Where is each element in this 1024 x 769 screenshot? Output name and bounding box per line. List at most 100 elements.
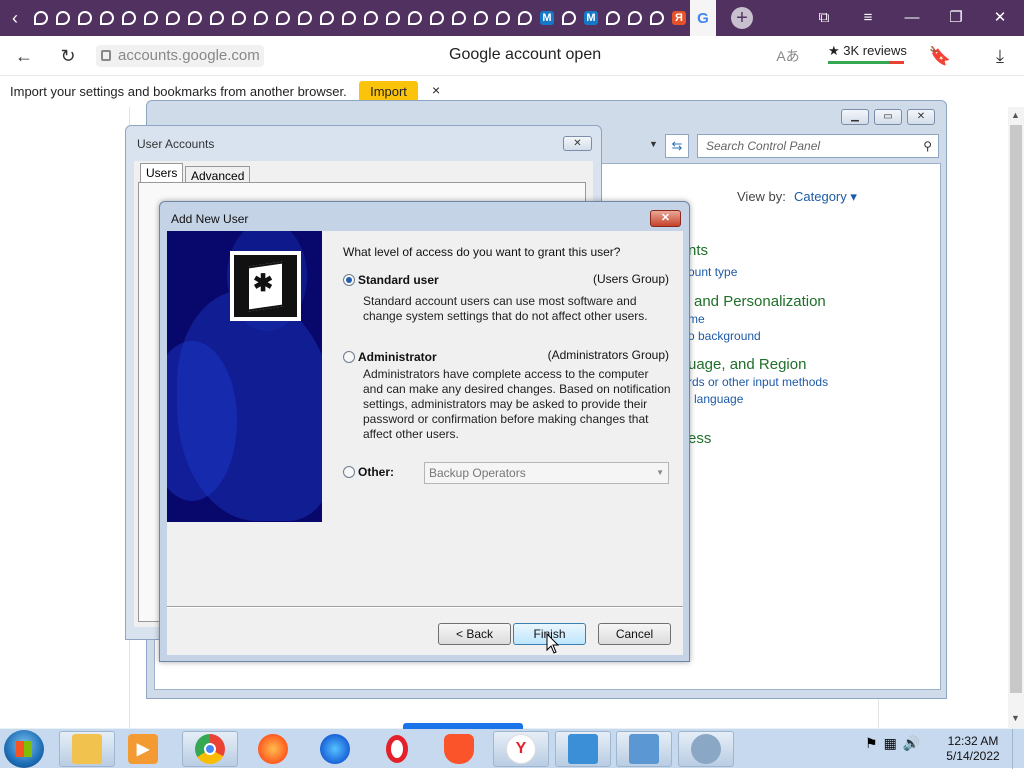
taskbar-explorer[interactable] <box>59 731 115 767</box>
tab-22[interactable] <box>514 6 536 30</box>
cp-heading-ease-of-access[interactable]: ess <box>688 430 711 447</box>
scrollbar-thumb[interactable] <box>1010 125 1022 693</box>
minimize-icon[interactable]: — <box>900 8 924 28</box>
taskbar-brave[interactable] <box>431 731 487 767</box>
other-group-select[interactable]: Backup Operators ▼ <box>424 462 669 484</box>
cp-link-input-methods[interactable]: rds or other input methods <box>688 375 828 389</box>
scroll-up-icon[interactable]: ▲ <box>1011 110 1020 120</box>
tab-8[interactable] <box>206 6 228 30</box>
tab-search-icon[interactable]: ⧉ <box>812 8 836 28</box>
remote-desktop-icon <box>568 734 598 764</box>
tab-28[interactable] <box>646 6 668 30</box>
tab-19[interactable] <box>448 6 470 30</box>
taskbar-firefox[interactable] <box>245 731 301 767</box>
tab-7[interactable] <box>184 6 206 30</box>
tab-27[interactable] <box>624 6 646 30</box>
tab-23[interactable]: M <box>536 6 558 30</box>
page-scrollbar[interactable]: ▲ ▼ <box>1008 107 1024 728</box>
bookmark-icon[interactable]: 🔖 <box>928 44 952 68</box>
tab-24[interactable] <box>558 6 580 30</box>
network-icon[interactable]: ▦ <box>884 735 897 752</box>
restore-icon[interactable]: ❐ <box>944 8 968 28</box>
cp-heading-appearance[interactable]: and Personalization <box>694 293 826 310</box>
back-button[interactable]: < Back <box>438 623 511 645</box>
tab-0[interactable] <box>30 6 52 30</box>
tab-26[interactable] <box>602 6 624 30</box>
taskbar-remote-desktop[interactable] <box>555 731 611 767</box>
tab-2[interactable] <box>74 6 96 30</box>
taskbar-yandex[interactable]: Y <box>493 731 549 767</box>
cp-link-background[interactable]: o background <box>688 329 761 343</box>
tab-6[interactable] <box>162 6 184 30</box>
search-icon[interactable]: ⚲ <box>923 135 932 157</box>
volume-icon[interactable]: 🔊 <box>903 735 920 752</box>
tab-11[interactable] <box>272 6 294 30</box>
tab-17[interactable] <box>404 6 426 30</box>
url-field[interactable]: accounts.google.com <box>96 45 264 67</box>
cp-minimize-icon[interactable]: ▁ <box>841 109 869 125</box>
administrator-radio[interactable] <box>343 351 355 363</box>
tab-16[interactable] <box>382 6 404 30</box>
tab-25[interactable]: M <box>580 6 602 30</box>
chevron-down-icon: ▼ <box>656 468 664 477</box>
tab-active[interactable]: G <box>690 0 716 36</box>
reviews-text: ★ 3K reviews <box>828 43 907 58</box>
tab-29[interactable]: Я <box>668 6 690 30</box>
administrator-label[interactable]: Administrator <box>358 350 437 364</box>
start-button[interactable] <box>4 730 44 768</box>
cp-maximize-icon[interactable]: ▭ <box>874 109 902 125</box>
taskbar-firefox-dev[interactable] <box>307 731 363 767</box>
back-arrow-icon[interactable]: ← <box>12 44 36 68</box>
standard-user-radio[interactable] <box>343 274 355 286</box>
tab-1[interactable] <box>52 6 74 30</box>
taskbar-user-accounts[interactable] <box>678 731 734 767</box>
scroll-down-icon[interactable]: ▼ <box>1011 713 1020 723</box>
action-center-icon[interactable]: ⚑ <box>865 735 878 752</box>
tab-9[interactable] <box>228 6 250 30</box>
view-by-dropdown[interactable]: Category ▾ <box>794 189 857 205</box>
tab-13[interactable] <box>316 6 338 30</box>
tab-14[interactable] <box>338 6 360 30</box>
reload-icon[interactable]: ↻ <box>56 44 80 68</box>
cp-heading-region[interactable]: uage, and Region <box>688 356 806 373</box>
tab-18[interactable] <box>426 6 448 30</box>
show-desktop-button[interactable] <box>1012 729 1024 769</box>
taskbar-clock[interactable]: 12:32 AM 5/14/2022 <box>942 734 1004 764</box>
cp-link-account-type[interactable]: ount type <box>688 265 737 279</box>
tab-12[interactable] <box>294 6 316 30</box>
cp-close-icon[interactable]: ✕ <box>907 109 935 125</box>
taskbar-control-panel[interactable] <box>616 731 672 767</box>
tab-20[interactable] <box>470 6 492 30</box>
tab-3[interactable] <box>96 6 118 30</box>
other-radio[interactable] <box>343 466 355 478</box>
tab-5[interactable] <box>140 6 162 30</box>
taskbar-opera[interactable] <box>369 731 425 767</box>
new-tab-button[interactable]: + <box>731 7 753 29</box>
close-icon[interactable]: ✕ <box>988 8 1012 28</box>
p-icon <box>650 11 664 25</box>
standard-user-label[interactable]: Standard user <box>358 273 439 287</box>
tab-10[interactable] <box>250 6 272 30</box>
taskbar-media-player[interactable]: ▶ <box>120 731 166 767</box>
other-label[interactable]: Other: <box>358 465 394 479</box>
tab-4[interactable] <box>118 6 140 30</box>
reviews-badge[interactable]: ★ 3K reviews <box>828 43 907 64</box>
cp-refresh-button[interactable]: ⇆ <box>665 134 689 158</box>
import-message: Import your settings and bookmarks from … <box>10 84 347 99</box>
tab-scroll-left-icon[interactable]: ‹ <box>4 6 26 30</box>
ua-close-icon[interactable]: ✕ <box>563 136 592 151</box>
cp-search-input[interactable]: Search Control Panel ⚲ <box>697 134 939 158</box>
tab-21[interactable] <box>492 6 514 30</box>
download-icon[interactable]: ⤓ <box>988 44 1012 68</box>
cancel-button[interactable]: Cancel <box>598 623 671 645</box>
cp-link-language[interactable]: language <box>694 392 743 406</box>
dialog-close-icon[interactable]: ✕ <box>650 210 681 227</box>
infobar-close-icon[interactable]: × <box>432 82 440 98</box>
cp-heading-user-accounts[interactable]: nts <box>688 242 708 259</box>
taskbar-chrome[interactable] <box>182 731 238 767</box>
menu-icon[interactable]: ≡ <box>856 8 880 28</box>
cp-history-dropdown-icon[interactable]: ▼ <box>649 139 658 149</box>
translate-icon[interactable]: Aあ <box>776 44 800 68</box>
tab-15[interactable] <box>360 6 382 30</box>
cp-link-theme[interactable]: me <box>688 312 705 326</box>
